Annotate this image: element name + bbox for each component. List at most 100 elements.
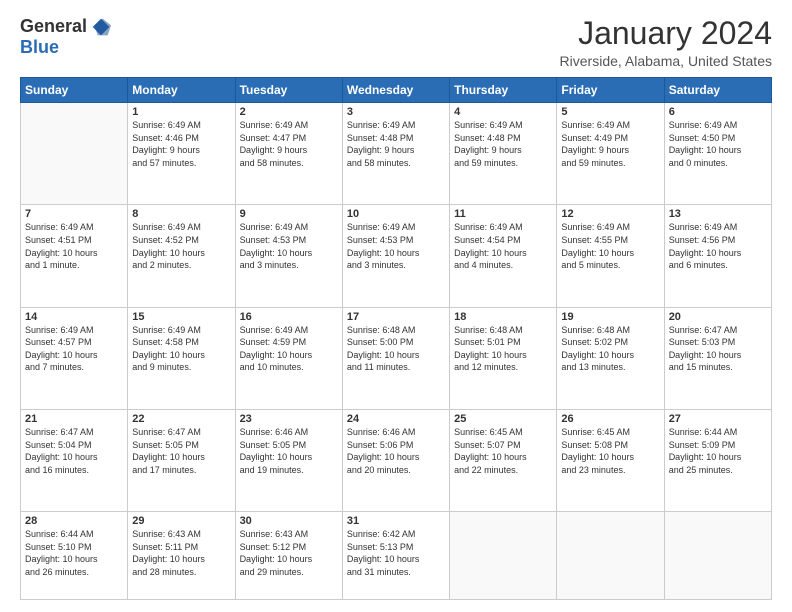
calendar-table: SundayMondayTuesdayWednesdayThursdayFrid…: [20, 77, 772, 600]
calendar-cell: 13Sunrise: 6:49 AM Sunset: 4:56 PM Dayli…: [664, 205, 771, 307]
day-number: 25: [454, 413, 552, 425]
calendar-header-saturday: Saturday: [664, 78, 771, 103]
calendar-header-tuesday: Tuesday: [235, 78, 342, 103]
day-info: Sunrise: 6:49 AM Sunset: 4:57 PM Dayligh…: [25, 324, 123, 374]
day-number: 18: [454, 311, 552, 323]
calendar-header-row: SundayMondayTuesdayWednesdayThursdayFrid…: [21, 78, 772, 103]
day-info: Sunrise: 6:49 AM Sunset: 4:46 PM Dayligh…: [132, 119, 230, 169]
day-info: Sunrise: 6:49 AM Sunset: 4:55 PM Dayligh…: [561, 221, 659, 271]
calendar-header-monday: Monday: [128, 78, 235, 103]
day-number: 3: [347, 106, 445, 118]
header: General Blue January 2024 Riverside, Ala…: [20, 16, 772, 69]
calendar-week-row: 28Sunrise: 6:44 AM Sunset: 5:10 PM Dayli…: [21, 512, 772, 600]
calendar-week-row: 7Sunrise: 6:49 AM Sunset: 4:51 PM Daylig…: [21, 205, 772, 307]
calendar-cell: 4Sunrise: 6:49 AM Sunset: 4:48 PM Daylig…: [450, 103, 557, 205]
day-info: Sunrise: 6:49 AM Sunset: 4:48 PM Dayligh…: [454, 119, 552, 169]
day-number: 4: [454, 106, 552, 118]
day-number: 28: [25, 515, 123, 527]
day-number: 1: [132, 106, 230, 118]
calendar-cell: 23Sunrise: 6:46 AM Sunset: 5:05 PM Dayli…: [235, 409, 342, 511]
day-number: 13: [669, 208, 767, 220]
day-number: 2: [240, 106, 338, 118]
day-info: Sunrise: 6:46 AM Sunset: 5:05 PM Dayligh…: [240, 426, 338, 476]
day-info: Sunrise: 6:43 AM Sunset: 5:11 PM Dayligh…: [132, 528, 230, 578]
day-number: 7: [25, 208, 123, 220]
day-number: 19: [561, 311, 659, 323]
calendar-cell: 8Sunrise: 6:49 AM Sunset: 4:52 PM Daylig…: [128, 205, 235, 307]
day-number: 10: [347, 208, 445, 220]
day-info: Sunrise: 6:45 AM Sunset: 5:07 PM Dayligh…: [454, 426, 552, 476]
page: General Blue January 2024 Riverside, Ala…: [0, 0, 792, 612]
calendar-cell: 21Sunrise: 6:47 AM Sunset: 5:04 PM Dayli…: [21, 409, 128, 511]
calendar-cell: 17Sunrise: 6:48 AM Sunset: 5:00 PM Dayli…: [342, 307, 449, 409]
day-number: 8: [132, 208, 230, 220]
calendar-header-sunday: Sunday: [21, 78, 128, 103]
day-info: Sunrise: 6:49 AM Sunset: 4:53 PM Dayligh…: [240, 221, 338, 271]
calendar-cell: 9Sunrise: 6:49 AM Sunset: 4:53 PM Daylig…: [235, 205, 342, 307]
calendar-cell: [450, 512, 557, 600]
logo-icon: [91, 17, 111, 37]
day-number: 21: [25, 413, 123, 425]
calendar-cell: 27Sunrise: 6:44 AM Sunset: 5:09 PM Dayli…: [664, 409, 771, 511]
day-info: Sunrise: 6:49 AM Sunset: 4:53 PM Dayligh…: [347, 221, 445, 271]
day-info: Sunrise: 6:44 AM Sunset: 5:09 PM Dayligh…: [669, 426, 767, 476]
calendar-cell: 18Sunrise: 6:48 AM Sunset: 5:01 PM Dayli…: [450, 307, 557, 409]
calendar-cell: [557, 512, 664, 600]
main-title: January 2024: [560, 16, 772, 51]
day-info: Sunrise: 6:46 AM Sunset: 5:06 PM Dayligh…: [347, 426, 445, 476]
day-info: Sunrise: 6:42 AM Sunset: 5:13 PM Dayligh…: [347, 528, 445, 578]
subtitle: Riverside, Alabama, United States: [560, 53, 772, 69]
calendar-cell: 11Sunrise: 6:49 AM Sunset: 4:54 PM Dayli…: [450, 205, 557, 307]
day-info: Sunrise: 6:49 AM Sunset: 4:51 PM Dayligh…: [25, 221, 123, 271]
calendar-cell: 30Sunrise: 6:43 AM Sunset: 5:12 PM Dayli…: [235, 512, 342, 600]
calendar-cell: 14Sunrise: 6:49 AM Sunset: 4:57 PM Dayli…: [21, 307, 128, 409]
calendar-cell: 5Sunrise: 6:49 AM Sunset: 4:49 PM Daylig…: [557, 103, 664, 205]
calendar-cell: 24Sunrise: 6:46 AM Sunset: 5:06 PM Dayli…: [342, 409, 449, 511]
day-number: 17: [347, 311, 445, 323]
day-info: Sunrise: 6:47 AM Sunset: 5:05 PM Dayligh…: [132, 426, 230, 476]
calendar-cell: 10Sunrise: 6:49 AM Sunset: 4:53 PM Dayli…: [342, 205, 449, 307]
calendar-cell: 19Sunrise: 6:48 AM Sunset: 5:02 PM Dayli…: [557, 307, 664, 409]
calendar-cell: 2Sunrise: 6:49 AM Sunset: 4:47 PM Daylig…: [235, 103, 342, 205]
calendar-cell: 22Sunrise: 6:47 AM Sunset: 5:05 PM Dayli…: [128, 409, 235, 511]
day-info: Sunrise: 6:47 AM Sunset: 5:04 PM Dayligh…: [25, 426, 123, 476]
day-info: Sunrise: 6:49 AM Sunset: 4:52 PM Dayligh…: [132, 221, 230, 271]
title-block: January 2024 Riverside, Alabama, United …: [560, 16, 772, 69]
logo-general-text: General: [20, 16, 87, 37]
calendar-cell: 12Sunrise: 6:49 AM Sunset: 4:55 PM Dayli…: [557, 205, 664, 307]
calendar-cell: 26Sunrise: 6:45 AM Sunset: 5:08 PM Dayli…: [557, 409, 664, 511]
calendar-cell: 31Sunrise: 6:42 AM Sunset: 5:13 PM Dayli…: [342, 512, 449, 600]
day-number: 12: [561, 208, 659, 220]
day-number: 5: [561, 106, 659, 118]
day-info: Sunrise: 6:47 AM Sunset: 5:03 PM Dayligh…: [669, 324, 767, 374]
day-number: 31: [347, 515, 445, 527]
day-number: 22: [132, 413, 230, 425]
day-info: Sunrise: 6:48 AM Sunset: 5:01 PM Dayligh…: [454, 324, 552, 374]
day-info: Sunrise: 6:49 AM Sunset: 4:47 PM Dayligh…: [240, 119, 338, 169]
calendar-cell: 28Sunrise: 6:44 AM Sunset: 5:10 PM Dayli…: [21, 512, 128, 600]
day-number: 30: [240, 515, 338, 527]
day-info: Sunrise: 6:49 AM Sunset: 4:58 PM Dayligh…: [132, 324, 230, 374]
day-info: Sunrise: 6:48 AM Sunset: 5:02 PM Dayligh…: [561, 324, 659, 374]
day-info: Sunrise: 6:48 AM Sunset: 5:00 PM Dayligh…: [347, 324, 445, 374]
day-number: 20: [669, 311, 767, 323]
logo: General Blue: [20, 16, 111, 58]
day-info: Sunrise: 6:43 AM Sunset: 5:12 PM Dayligh…: [240, 528, 338, 578]
calendar-cell: 7Sunrise: 6:49 AM Sunset: 4:51 PM Daylig…: [21, 205, 128, 307]
calendar-cell: [664, 512, 771, 600]
calendar-cell: 15Sunrise: 6:49 AM Sunset: 4:58 PM Dayli…: [128, 307, 235, 409]
day-number: 6: [669, 106, 767, 118]
day-info: Sunrise: 6:49 AM Sunset: 4:59 PM Dayligh…: [240, 324, 338, 374]
day-number: 15: [132, 311, 230, 323]
day-info: Sunrise: 6:49 AM Sunset: 4:54 PM Dayligh…: [454, 221, 552, 271]
day-info: Sunrise: 6:44 AM Sunset: 5:10 PM Dayligh…: [25, 528, 123, 578]
calendar-header-thursday: Thursday: [450, 78, 557, 103]
day-number: 16: [240, 311, 338, 323]
calendar-cell: 20Sunrise: 6:47 AM Sunset: 5:03 PM Dayli…: [664, 307, 771, 409]
calendar-week-row: 14Sunrise: 6:49 AM Sunset: 4:57 PM Dayli…: [21, 307, 772, 409]
day-number: 11: [454, 208, 552, 220]
day-number: 23: [240, 413, 338, 425]
logo-blue-text: Blue: [20, 37, 59, 58]
calendar-cell: 25Sunrise: 6:45 AM Sunset: 5:07 PM Dayli…: [450, 409, 557, 511]
day-number: 27: [669, 413, 767, 425]
